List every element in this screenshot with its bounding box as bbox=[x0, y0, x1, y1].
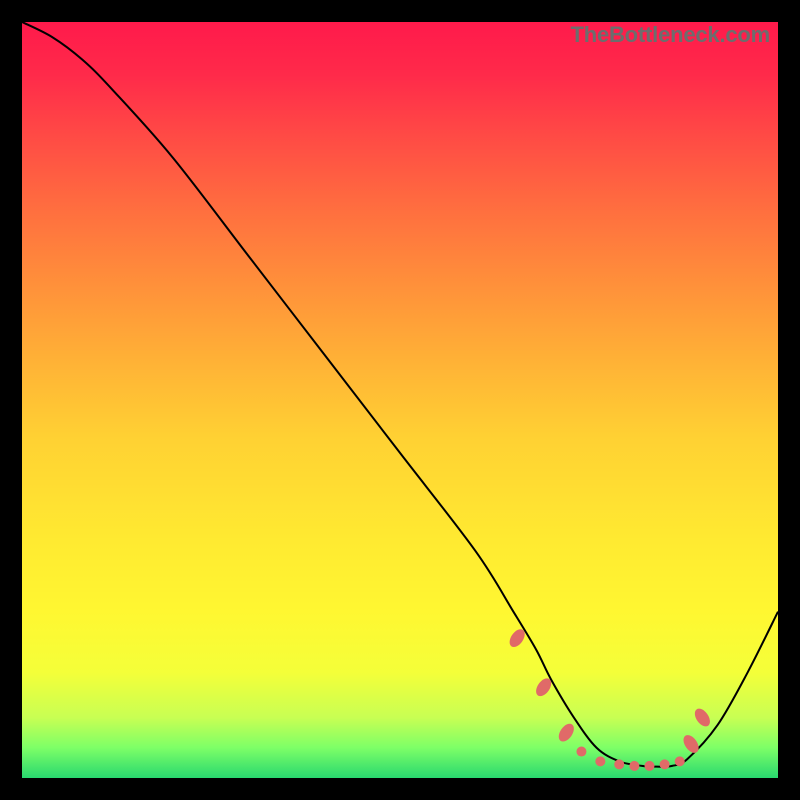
plot-area: TheBottleneck.com bbox=[22, 22, 778, 778]
data-marker bbox=[595, 756, 605, 766]
data-marker bbox=[692, 706, 713, 729]
curve-layer bbox=[22, 22, 778, 778]
data-marker bbox=[644, 761, 654, 771]
data-marker bbox=[675, 756, 685, 766]
data-marker bbox=[576, 747, 586, 757]
data-marker bbox=[629, 761, 639, 771]
chart-container: TheBottleneck.com bbox=[0, 0, 800, 800]
data-marker bbox=[614, 759, 624, 769]
data-marker bbox=[680, 732, 701, 755]
marker-group bbox=[507, 627, 714, 771]
data-marker bbox=[556, 721, 577, 744]
data-marker bbox=[660, 759, 670, 769]
curve-line bbox=[22, 22, 778, 767]
